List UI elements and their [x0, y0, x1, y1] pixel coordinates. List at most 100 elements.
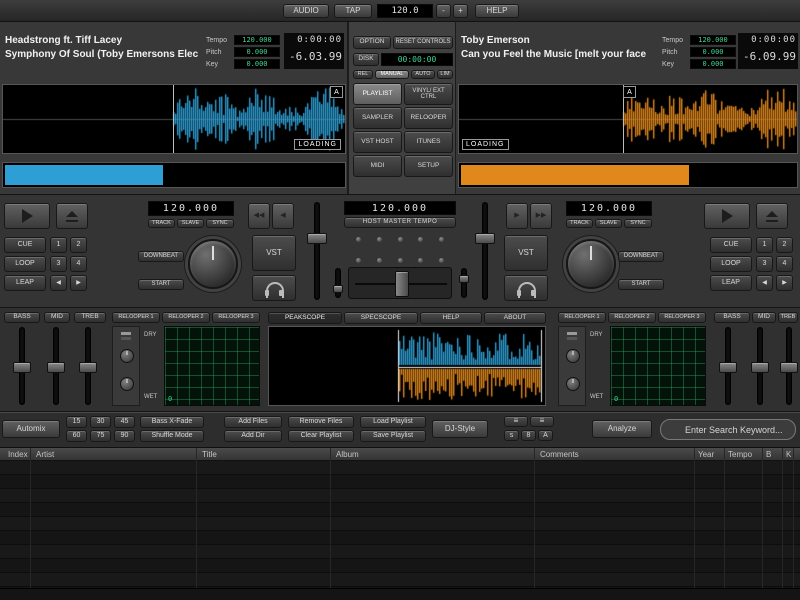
deck-b-start-button[interactable]: START: [618, 279, 664, 290]
deck-a-treb-fader[interactable]: [78, 326, 98, 406]
deck-b-play-button[interactable]: [704, 203, 750, 229]
deck-a-vst-button[interactable]: VST: [252, 235, 296, 271]
bpm-increase-button[interactable]: +: [453, 4, 468, 18]
deck-a-bass-fader[interactable]: [12, 326, 32, 406]
automix-45-button[interactable]: 45: [114, 416, 135, 428]
mode-manual-button[interactable]: MANUAL: [375, 70, 409, 79]
fader-handle[interactable]: [307, 233, 327, 244]
automix-75-button[interactable]: 75: [90, 430, 111, 442]
menu-playlist-button[interactable]: PLAYLIST: [353, 83, 402, 105]
deck-a-hotcue-1-button[interactable]: 1: [50, 237, 67, 253]
mode-rel-button[interactable]: REL: [353, 70, 373, 79]
deck-b-treb-fader[interactable]: [779, 326, 799, 406]
deck-a-pitch-fader[interactable]: [306, 201, 328, 301]
deck-b-loop-button[interactable]: LOOP: [710, 256, 752, 272]
save-playlist-button[interactable]: Save Playlist: [360, 430, 426, 442]
column-header-year[interactable]: Year: [698, 451, 714, 459]
column-header-title[interactable]: Title: [202, 451, 217, 459]
relooper-knob-icon[interactable]: [566, 377, 580, 391]
deck-b-leap-button[interactable]: LEAP: [710, 275, 752, 291]
menu-vinyl-ext-ctrl-button[interactable]: VINYL/ EXT CTRL: [404, 83, 453, 105]
audio-button[interactable]: AUDIO: [283, 4, 329, 18]
mini-fader-icon[interactable]: [567, 332, 577, 335]
load-playlist-button[interactable]: Load Playlist: [360, 416, 426, 428]
column-header-tempo[interactable]: Tempo: [728, 451, 752, 459]
deck-a-play-button[interactable]: [4, 203, 50, 229]
deck-a-hotcue-3-button[interactable]: 3: [50, 256, 67, 272]
fade-curve-button-1[interactable]: ≡: [504, 416, 528, 427]
deck-b-relooper-grid[interactable]: 0: [610, 326, 706, 406]
playlist-footer-scrollbar[interactable]: [0, 588, 800, 600]
deck-a-leap-back-button[interactable]: ◀: [50, 275, 67, 291]
menu-vst-host-button[interactable]: VST HOST: [353, 131, 402, 153]
deck-a-leap-fwd-button[interactable]: ▶: [70, 275, 87, 291]
deck-b-cue-button[interactable]: CUE: [710, 237, 752, 253]
deck-b-waveform[interactable]: A LOADING: [458, 84, 798, 154]
menu-relooper-button[interactable]: RELOOPER: [404, 107, 453, 129]
deck-a-waveform[interactable]: A LOADING: [2, 84, 346, 154]
automix-15-button[interactable]: 15: [66, 416, 87, 428]
deck-a-seek-back-button[interactable]: ◀◀: [248, 203, 270, 229]
fader-handle[interactable]: [475, 233, 495, 244]
deck-b-leap-back-button[interactable]: ◀: [756, 275, 773, 291]
remove-files-button[interactable]: Remove Files: [288, 416, 354, 428]
relooper-knob-icon[interactable]: [566, 349, 580, 363]
deck-b-downbeat-button[interactable]: DOWNBEAT: [618, 251, 664, 262]
deck-a-downbeat-button[interactable]: DOWNBEAT: [138, 251, 184, 262]
menu-midi-button[interactable]: MIDI: [353, 155, 402, 177]
mode-auto-button[interactable]: AUTO: [411, 70, 435, 79]
deck-b-overview[interactable]: [458, 162, 798, 188]
deck-b-bass-fader[interactable]: [718, 326, 738, 406]
deck-a-leap-button[interactable]: LEAP: [4, 275, 46, 291]
deck-b-vst-button[interactable]: VST: [504, 235, 548, 271]
shuffle-mode-button[interactable]: Shuffle Mode: [140, 430, 204, 442]
column-header-artist[interactable]: Artist: [36, 451, 54, 459]
analyze-button[interactable]: Analyze: [592, 420, 652, 438]
menu-sampler-button[interactable]: SAMPLER: [353, 107, 402, 129]
deck-a-relooper-tab-2[interactable]: RELOOPER 2: [162, 312, 210, 323]
column-header-index[interactable]: Index: [8, 451, 28, 459]
deck-a-step-back-button[interactable]: ◀: [272, 203, 294, 229]
help-button[interactable]: HELP: [475, 4, 519, 18]
help-tab[interactable]: HELP: [420, 312, 482, 324]
deck-b-step-fwd-button[interactable]: ▶: [506, 203, 528, 229]
deck-b-leap-fwd-button[interactable]: ▶: [776, 275, 793, 291]
deck-a-monitor-button[interactable]: [252, 275, 296, 301]
deck-a-cue-button[interactable]: CUE: [4, 237, 46, 253]
deck-b-pitch-fader[interactable]: [474, 201, 496, 301]
deck-a-eject-button[interactable]: [56, 203, 88, 229]
mini-a-button[interactable]: A: [538, 430, 553, 441]
deck-b-hotcue-2-button[interactable]: 2: [776, 237, 793, 253]
deck-a-start-button[interactable]: START: [138, 279, 184, 290]
monitor-mix-fader-right[interactable]: [458, 267, 470, 299]
deck-b-jog-knob[interactable]: [566, 239, 616, 289]
automix-button[interactable]: Automix: [2, 420, 60, 438]
relooper-knob-icon[interactable]: [120, 377, 134, 391]
relooper-knob-icon[interactable]: [120, 349, 134, 363]
search-input[interactable]: [660, 419, 796, 440]
crossfader[interactable]: [348, 267, 452, 299]
deck-a-relooper-tab-3[interactable]: RELOOPER 3: [212, 312, 260, 323]
deck-a-jog-knob[interactable]: [188, 239, 238, 289]
menu-setup-button[interactable]: SETUP: [404, 155, 453, 177]
deck-b-mid-fader[interactable]: [750, 326, 770, 406]
deck-b-track-button[interactable]: TRACK: [566, 219, 593, 228]
deck-b-hotcue-1-button[interactable]: 1: [756, 237, 773, 253]
deck-a-mid-fader[interactable]: [46, 326, 66, 406]
playlist-table-body[interactable]: [0, 461, 800, 588]
peakscope-tab[interactable]: PEAKSCOPE: [268, 312, 342, 324]
column-header-b[interactable]: B: [766, 451, 771, 459]
mini-s-button[interactable]: s: [504, 430, 519, 441]
deck-a-track-button[interactable]: TRACK: [148, 219, 175, 228]
column-header-album[interactable]: Album: [336, 451, 359, 459]
crossfader-handle[interactable]: [395, 271, 409, 297]
reset-controls-button[interactable]: RESET CONTROLS: [393, 36, 453, 49]
add-files-button[interactable]: Add Files: [224, 416, 282, 428]
deck-b-relooper-tab-1[interactable]: RELOOPER 1: [558, 312, 606, 323]
deck-b-relooper-tab-2[interactable]: RELOOPER 2: [608, 312, 656, 323]
option-button[interactable]: OPTION: [353, 36, 391, 49]
fade-curve-button-2[interactable]: ≡: [530, 416, 554, 427]
deck-a-relooper-tab-1[interactable]: RELOOPER 1: [112, 312, 160, 323]
clear-playlist-button[interactable]: Clear Playlist: [288, 430, 354, 442]
automix-90-button[interactable]: 90: [114, 430, 135, 442]
